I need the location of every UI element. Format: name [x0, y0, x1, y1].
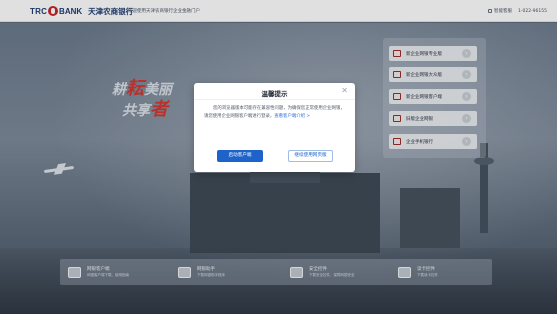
dialog-divider — [194, 99, 355, 100]
client-intro-link[interactable]: 查看客户端介绍 > — [274, 114, 310, 119]
browser-warning-dialog: 温馨提示 ✕ 您的浏览器版本可能存在兼容性问题，为确保您正常使用企业网银，请您使… — [194, 83, 355, 172]
launch-client-button[interactable]: 启动客户端 — [217, 150, 263, 162]
continue-web-button[interactable]: 继续使用网页版 — [288, 150, 333, 162]
dialog-message: 您的浏览器版本可能存在兼容性问题，为确保您正常使用企业网银，请您使用企业网银客户… — [204, 105, 348, 120]
dialog-title: 温馨提示 — [261, 90, 288, 98]
close-icon[interactable]: ✕ — [341, 87, 348, 95]
